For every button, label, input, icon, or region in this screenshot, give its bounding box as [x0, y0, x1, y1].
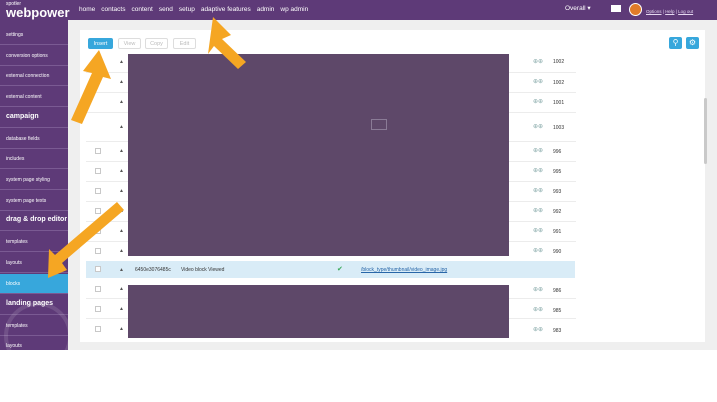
arrow-to-insert: [71, 50, 111, 124]
arrow-to-setup: [208, 17, 246, 69]
arrow-to-blocks: [48, 202, 124, 278]
annotation-arrows: [48, 17, 246, 278]
